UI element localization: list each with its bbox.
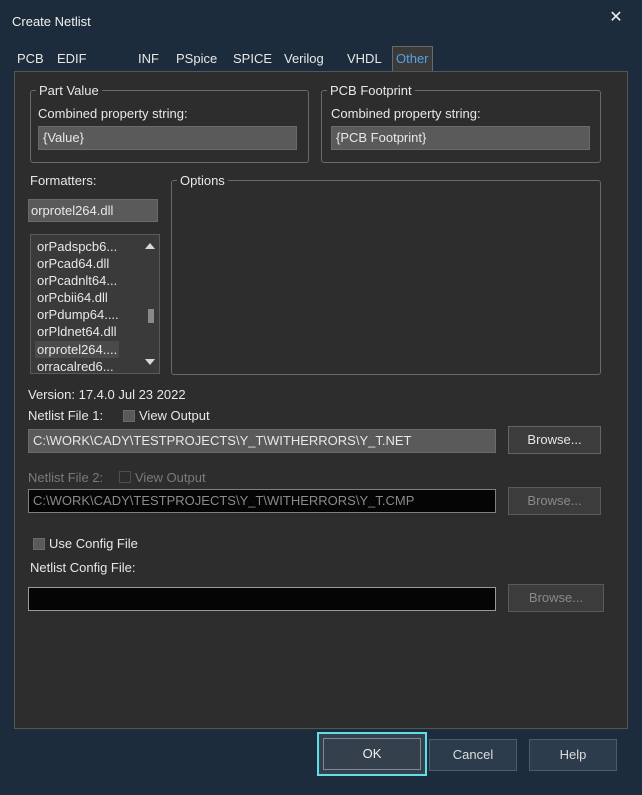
title-bar <box>0 0 642 42</box>
scroll-thumb[interactable] <box>148 309 154 323</box>
tab-edif[interactable]: EDIF 2 0 0 <box>54 48 90 88</box>
tab-pcb[interactable]: PCB <box>14 48 47 70</box>
list-item[interactable]: orPadspcb6... <box>37 238 117 255</box>
scroll-up-icon[interactable] <box>145 243 155 249</box>
formatter-selected-field[interactable]: orprotel264.dll <box>28 199 158 222</box>
options-legend: Options <box>177 173 228 188</box>
pcb-footprint-label: Combined property string: <box>331 106 481 121</box>
options-group <box>171 180 601 375</box>
tab-other[interactable]: Other <box>392 46 433 71</box>
list-item[interactable]: orPcbii64.dll <box>37 289 108 306</box>
use-config-checkbox[interactable] <box>33 538 45 550</box>
formatters-scrollbar[interactable] <box>141 235 159 373</box>
close-icon[interactable]: ✕ <box>606 8 626 28</box>
netlist-config-label: Netlist Config File: <box>30 560 136 575</box>
netlist-file1-input[interactable]: C:\WORK\CADY\TESTPROJECTS\Y_T\WITHERRORS… <box>28 429 496 453</box>
use-config-label: Use Config File <box>49 536 138 551</box>
view-output1-checkbox[interactable] <box>123 410 135 422</box>
netlist-file2-input[interactable]: C:\WORK\CADY\TESTPROJECTS\Y_T\WITHERRORS… <box>28 489 496 513</box>
window-title: Create Netlist <box>12 14 91 29</box>
tab-pspice[interactable]: PSpice <box>173 48 220 70</box>
list-item-selected[interactable]: orprotel264.... <box>35 341 120 358</box>
browse-config-button[interactable]: Browse... <box>508 584 604 612</box>
list-item[interactable]: orPldnet64.dll <box>37 323 117 340</box>
ok-label: OK <box>362 746 382 761</box>
browse2-button[interactable]: Browse... <box>508 487 601 515</box>
part-value-label: Combined property string: <box>38 106 188 121</box>
formatters-label: Formatters: <box>30 173 97 188</box>
view-output1-label: View Output <box>139 408 210 423</box>
tab-spice[interactable]: SPICE <box>230 48 275 70</box>
list-item[interactable]: orPcad64.dll <box>37 255 109 272</box>
version-text: Version: 17.4.0 Jul 23 2022 <box>28 387 186 402</box>
tab-verilog[interactable]: Verilog <box>281 48 327 70</box>
list-item[interactable]: orPdump64.... <box>37 306 119 323</box>
list-item[interactable]: orPcadnlt64... <box>37 272 117 289</box>
part-value-legend: Part Value <box>36 83 102 98</box>
list-item[interactable]: orracalred6... <box>37 358 114 373</box>
pcb-footprint-legend: PCB Footprint <box>327 83 415 98</box>
help-button[interactable]: Help <box>529 739 617 771</box>
view-output2-label: View Output <box>135 470 206 485</box>
part-value-input[interactable]: {Value} <box>38 126 297 150</box>
scroll-down-icon[interactable] <box>145 359 155 365</box>
view-output2-checkbox[interactable] <box>119 471 131 483</box>
tab-vhdl[interactable]: VHDL <box>344 48 385 70</box>
netlist-file2-label: Netlist File 2: <box>28 470 104 485</box>
netlist-config-input[interactable] <box>28 587 496 611</box>
tab-inf[interactable]: INF <box>135 48 162 70</box>
pcb-footprint-input[interactable]: {PCB Footprint} <box>331 126 590 150</box>
ok-button[interactable]: OK <box>317 732 427 776</box>
netlist-file1-label: Netlist File 1: <box>28 408 104 423</box>
formatters-listbox[interactable]: orPadspcb6... orPcad64.dll orPcadnlt64..… <box>30 234 160 374</box>
browse1-button[interactable]: Browse... <box>508 426 601 454</box>
cancel-button[interactable]: Cancel <box>429 739 517 771</box>
